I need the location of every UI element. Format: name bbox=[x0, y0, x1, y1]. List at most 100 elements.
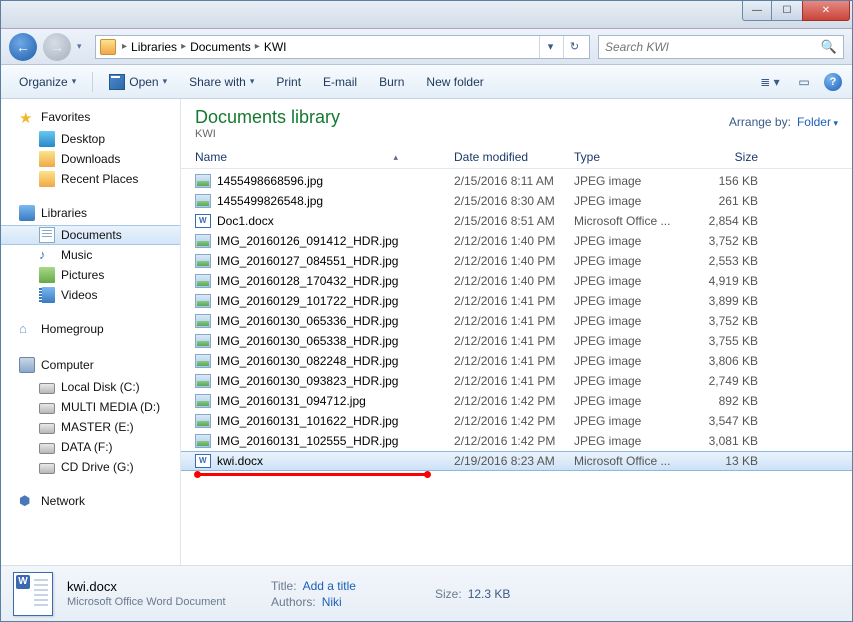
chevron-right-icon[interactable]: ▸ bbox=[122, 41, 127, 52]
minimize-button[interactable]: — bbox=[742, 1, 772, 21]
titlebar[interactable]: — ☐ ✕ bbox=[1, 1, 852, 29]
breadcrumb: ▸Libraries bbox=[120, 40, 179, 54]
file-row[interactable]: IMG_20160128_170432_HDR.jpg2/12/2016 1:4… bbox=[181, 271, 852, 291]
file-row[interactable]: IMG_20160130_065338_HDR.jpg2/12/2016 1:4… bbox=[181, 331, 852, 351]
file-row[interactable]: IMG_20160126_091412_HDR.jpg2/12/2016 1:4… bbox=[181, 231, 852, 251]
file-row[interactable]: IMG_20160131_102555_HDR.jpg2/12/2016 1:4… bbox=[181, 431, 852, 451]
column-type[interactable]: Type bbox=[566, 150, 686, 164]
column-date[interactable]: Date modified bbox=[446, 150, 566, 164]
file-row[interactable]: IMG_20160130_082248_HDR.jpg2/12/2016 1:4… bbox=[181, 351, 852, 371]
file-name: IMG_20160128_170432_HDR.jpg bbox=[217, 274, 398, 288]
share-button[interactable]: Share with bbox=[181, 71, 262, 93]
burn-button[interactable]: Burn bbox=[371, 71, 412, 93]
homegroup-group[interactable]: ⌂Homegroup bbox=[1, 319, 180, 341]
open-button[interactable]: Open bbox=[101, 70, 175, 94]
history-dropdown[interactable]: ▾ bbox=[77, 41, 89, 52]
sidebar-item-documents[interactable]: Documents bbox=[1, 225, 180, 245]
file-row[interactable]: 1455499826548.jpg2/15/2016 8:30 AMJPEG i… bbox=[181, 191, 852, 211]
help-button[interactable]: ? bbox=[824, 73, 842, 91]
libraries-group[interactable]: Libraries bbox=[1, 203, 180, 225]
file-row[interactable]: IMG_20160127_084551_HDR.jpg2/12/2016 1:4… bbox=[181, 251, 852, 271]
close-button[interactable]: ✕ bbox=[802, 1, 850, 21]
print-button[interactable]: Print bbox=[268, 71, 309, 93]
file-name: IMG_20160131_101622_HDR.jpg bbox=[217, 414, 398, 428]
file-name: kwi.docx bbox=[217, 454, 263, 468]
file-list[interactable]: 1455498668596.jpg2/15/2016 8:11 AMJPEG i… bbox=[181, 169, 852, 565]
back-button[interactable]: ← bbox=[9, 33, 37, 61]
file-type: JPEG image bbox=[566, 274, 686, 288]
search-icon[interactable]: 🔍 bbox=[821, 39, 837, 55]
file-name: IMG_20160127_084551_HDR.jpg bbox=[217, 254, 398, 268]
file-size: 156 KB bbox=[686, 174, 766, 188]
file-date: 2/19/2016 8:23 AM bbox=[446, 454, 566, 468]
file-type: JPEG image bbox=[566, 434, 686, 448]
email-button[interactable]: E-mail bbox=[315, 71, 365, 93]
address-dropdown[interactable]: ▾ bbox=[539, 36, 561, 58]
column-name[interactable]: Name bbox=[181, 150, 446, 164]
downloads-icon bbox=[39, 151, 55, 167]
file-row[interactable]: kwi.docx2/19/2016 8:23 AMMicrosoft Offic… bbox=[181, 451, 852, 471]
network-icon: ⬢ bbox=[19, 493, 35, 509]
new-folder-button[interactable]: New folder bbox=[418, 71, 491, 93]
explorer-window: — ☐ ✕ ← → ▾ ▸Libraries ▸Documents ▸KWI ▾… bbox=[0, 0, 853, 622]
details-authors[interactable]: Niki bbox=[322, 595, 342, 609]
sidebar-item-local-c[interactable]: Local Disk (C:) bbox=[1, 377, 180, 397]
chevron-right-icon[interactable]: ▸ bbox=[255, 41, 260, 52]
sidebar-item-recent[interactable]: Recent Places bbox=[1, 169, 180, 189]
column-size[interactable]: Size bbox=[686, 150, 766, 164]
address-bar[interactable]: ▸Libraries ▸Documents ▸KWI ▾ ↻ bbox=[95, 35, 590, 59]
file-date: 2/15/2016 8:30 AM bbox=[446, 194, 566, 208]
file-type: JPEG image bbox=[566, 234, 686, 248]
computer-group[interactable]: Computer bbox=[1, 355, 180, 377]
file-date: 2/12/2016 1:41 PM bbox=[446, 354, 566, 368]
file-name: 1455498668596.jpg bbox=[217, 174, 323, 188]
file-row[interactable]: Doc1.docx2/15/2016 8:51 AMMicrosoft Offi… bbox=[181, 211, 852, 231]
library-subtitle: KWI bbox=[195, 128, 340, 140]
details-title[interactable]: Add a title bbox=[303, 579, 356, 593]
file-row[interactable]: IMG_20160131_101622_HDR.jpg2/12/2016 1:4… bbox=[181, 411, 852, 431]
sidebar-item-desktop[interactable]: Desktop bbox=[1, 129, 180, 149]
details-filename: kwi.docx bbox=[67, 579, 257, 594]
sidebar-item-multi-d[interactable]: MULTI MEDIA (D:) bbox=[1, 397, 180, 417]
forward-button[interactable]: → bbox=[43, 33, 71, 61]
file-row[interactable]: IMG_20160131_094712.jpg2/12/2016 1:42 PM… bbox=[181, 391, 852, 411]
folder-icon bbox=[100, 39, 116, 55]
image-file-icon bbox=[195, 234, 211, 248]
preview-pane-button[interactable]: ▭ bbox=[790, 72, 818, 92]
libraries-icon bbox=[19, 205, 35, 221]
sidebar-item-pictures[interactable]: Pictures bbox=[1, 265, 180, 285]
image-file-icon bbox=[195, 374, 211, 388]
organize-button[interactable]: Organize bbox=[11, 71, 84, 93]
drive-icon bbox=[39, 403, 55, 414]
arrange-by[interactable]: Arrange by: Folder bbox=[729, 107, 838, 129]
file-size: 2,553 KB bbox=[686, 254, 766, 268]
file-row[interactable]: IMG_20160130_065336_HDR.jpg2/12/2016 1:4… bbox=[181, 311, 852, 331]
sidebar-item-downloads[interactable]: Downloads bbox=[1, 149, 180, 169]
search-box[interactable]: 🔍 bbox=[598, 35, 844, 59]
network-group[interactable]: ⬢Network bbox=[1, 491, 180, 513]
file-row[interactable]: IMG_20160129_101722_HDR.jpg2/12/2016 1:4… bbox=[181, 291, 852, 311]
file-name: 1455499826548.jpg bbox=[217, 194, 323, 208]
file-type: JPEG image bbox=[566, 294, 686, 308]
file-name: IMG_20160130_065336_HDR.jpg bbox=[217, 314, 398, 328]
file-type: Microsoft Office ... bbox=[566, 214, 686, 228]
refresh-button[interactable]: ↻ bbox=[563, 36, 585, 58]
file-size: 4,919 KB bbox=[686, 274, 766, 288]
search-input[interactable] bbox=[605, 40, 821, 54]
file-row[interactable]: 1455498668596.jpg2/15/2016 8:11 AMJPEG i… bbox=[181, 171, 852, 191]
maximize-button[interactable]: ☐ bbox=[772, 1, 802, 21]
view-options-button[interactable]: ≣ ▾ bbox=[756, 72, 784, 92]
file-type: JPEG image bbox=[566, 374, 686, 388]
sidebar-item-data-f[interactable]: DATA (F:) bbox=[1, 437, 180, 457]
file-date: 2/12/2016 1:42 PM bbox=[446, 434, 566, 448]
file-type: JPEG image bbox=[566, 414, 686, 428]
chevron-right-icon[interactable]: ▸ bbox=[181, 41, 186, 52]
sidebar-item-music[interactable]: ♪Music bbox=[1, 245, 180, 265]
file-row[interactable]: IMG_20160130_093823_HDR.jpg2/12/2016 1:4… bbox=[181, 371, 852, 391]
file-size: 3,752 KB bbox=[686, 234, 766, 248]
sidebar-item-videos[interactable]: Videos bbox=[1, 285, 180, 305]
sidebar-item-master-e[interactable]: MASTER (E:) bbox=[1, 417, 180, 437]
desktop-icon bbox=[39, 131, 55, 147]
sidebar-item-cd-g[interactable]: CD Drive (G:) bbox=[1, 457, 180, 477]
favorites-group[interactable]: ★Favorites bbox=[1, 107, 180, 129]
